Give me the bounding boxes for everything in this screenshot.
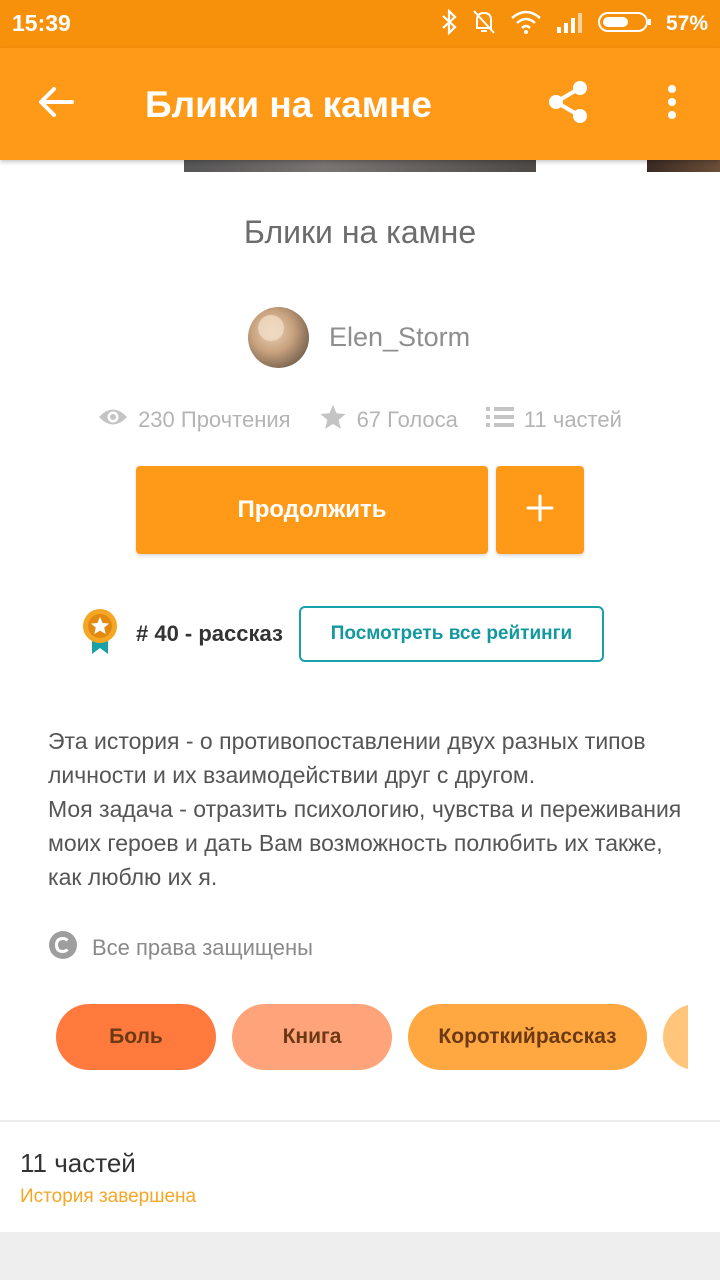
list-icon	[485, 405, 514, 435]
status-icons: 57%	[440, 7, 708, 40]
back-arrow-icon	[38, 86, 74, 123]
next-cover-image[interactable]	[647, 160, 720, 172]
copyright-text: Все права защищены	[92, 935, 313, 960]
ranking-row: # 40 - рассказ Посмотреть все рейтинги	[80, 606, 604, 662]
tags-track: Боль Книга Короткийрассказ	[56, 1004, 688, 1070]
author-row[interactable]: Elen_Storm	[248, 306, 470, 368]
tag-chip[interactable]: Книга	[232, 1004, 392, 1070]
view-all-ratings-button[interactable]: Посмотреть все рейтинги	[298, 606, 604, 662]
eye-icon	[98, 406, 128, 434]
share-icon	[544, 78, 592, 131]
tag-chip[interactable]	[663, 1004, 688, 1070]
status-bar: 15:39 57%	[0, 0, 720, 48]
votes-count: 67 Голоса	[356, 407, 458, 432]
author-avatar[interactable]	[248, 306, 309, 368]
tag-chip[interactable]: Боль	[56, 1004, 216, 1070]
award-badge-icon	[80, 608, 120, 661]
add-to-library-button[interactable]	[496, 466, 584, 554]
app-bar-title: Блики на камне	[145, 84, 432, 125]
signal-icon	[556, 11, 584, 38]
tag-chip[interactable]: Короткийрассказ	[408, 1004, 647, 1070]
ranking-text: # 40 - рассказ	[136, 621, 283, 646]
app-bar: Блики на камне	[0, 48, 720, 160]
description-paragraph: Эта история - о противопоставлении двух …	[48, 728, 646, 788]
more-options-button[interactable]	[652, 74, 692, 134]
battery-percent: 57%	[665, 12, 708, 35]
description-paragraph: Моя задача - отразить психологию, чувств…	[48, 796, 682, 890]
story-description: Эта история - о противопоставлении двух …	[48, 724, 688, 894]
author-name[interactable]: Elen_Storm	[329, 322, 470, 353]
copyright-row: Все права защищены	[48, 930, 313, 966]
copyright-icon	[48, 930, 78, 966]
story-completed-status: История завершена	[20, 1186, 197, 1207]
plus-icon	[526, 494, 554, 527]
wifi-icon	[510, 10, 542, 39]
star-icon	[319, 403, 347, 437]
table-of-contents-title[interactable]: 11 частей	[20, 1148, 136, 1179]
continue-reading-button[interactable]: Продолжить	[136, 466, 488, 554]
bluetooth-icon	[440, 7, 458, 40]
parts-stat: 11 частей	[485, 405, 622, 435]
status-time: 15:39	[12, 10, 71, 36]
share-button[interactable]	[538, 74, 598, 134]
bottom-band	[0, 1232, 720, 1280]
reads-count: 230 Прочтения	[138, 407, 291, 432]
section-divider	[0, 1120, 720, 1122]
story-stats: 230 Прочтения 67 Голоса 11 частей	[0, 400, 720, 440]
notifications-off-icon	[472, 9, 496, 40]
cover-image[interactable]	[184, 160, 536, 172]
votes-stat: 67 Голоса	[319, 403, 458, 437]
story-title: Блики на камне	[243, 214, 477, 250]
more-vert-icon	[667, 84, 677, 125]
back-button[interactable]	[28, 76, 84, 132]
battery-icon	[597, 11, 652, 38]
reads-stat: 230 Прочтения	[98, 406, 291, 434]
tags-carousel[interactable]: Боль Книга Короткийрассказ	[56, 1004, 688, 1070]
parts-count-stat: 11 частей	[523, 407, 622, 432]
